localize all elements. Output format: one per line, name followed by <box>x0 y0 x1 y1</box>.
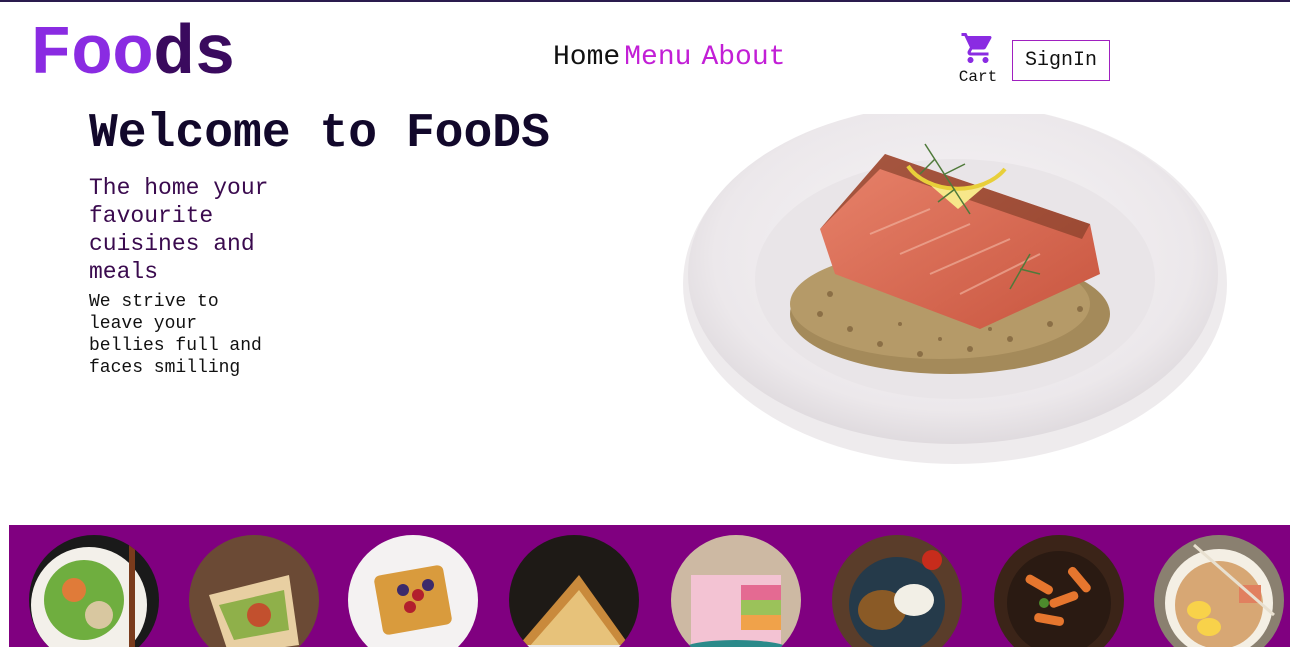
cart-button[interactable]: Cart <box>956 30 1000 86</box>
signin-button[interactable]: SignIn <box>1012 40 1110 81</box>
wrap-image[interactable] <box>189 535 319 647</box>
pasta-image[interactable] <box>994 535 1124 647</box>
nav-home[interactable]: Home <box>553 40 620 76</box>
hero-title: Welcome to FooDS <box>89 107 550 161</box>
waffle-image[interactable] <box>348 535 478 647</box>
dish-strip <box>9 525 1290 647</box>
nav-menu[interactable]: Menu <box>624 40 691 76</box>
cart-label: Cart <box>958 68 998 86</box>
hero-description: We strive to leave your bellies full and… <box>89 292 262 378</box>
logo[interactable]: Foods <box>30 16 236 96</box>
logo-part-2: ds <box>153 16 236 95</box>
sandwich-image[interactable] <box>509 535 639 647</box>
curry-rice-image[interactable] <box>832 535 962 647</box>
salmon-plate-image <box>670 104 1230 474</box>
main-nav: Home Menu About <box>553 40 785 76</box>
cart-icon <box>961 33 992 63</box>
cake-image[interactable] <box>671 535 801 647</box>
hero-subtitle: The home your favourite cuisines and mea… <box>89 175 269 285</box>
logo-part-1: Foo <box>30 16 154 95</box>
ramen-image[interactable] <box>1154 535 1284 647</box>
nav-about[interactable]: About <box>701 40 785 76</box>
salad-bowl-image[interactable] <box>29 535 159 647</box>
